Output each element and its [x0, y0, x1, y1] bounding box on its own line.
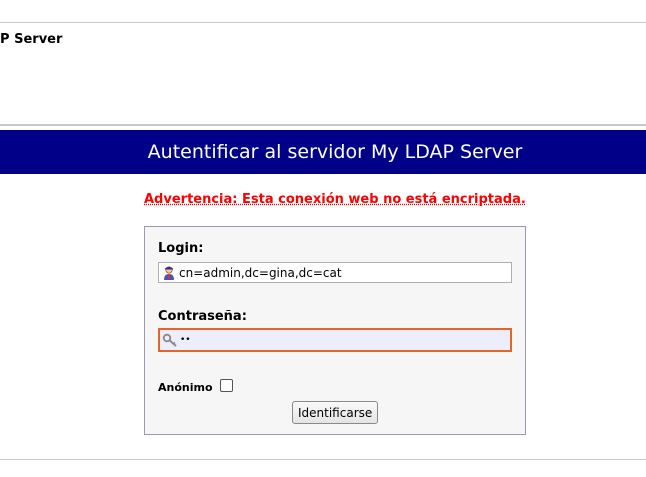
user-icon — [161, 265, 177, 281]
login-submit-button[interactable]: Identificarse — [292, 401, 379, 424]
server-title: AP Server — [0, 32, 63, 47]
bottom-divider — [0, 459, 646, 460]
login-form: Login: cn=admin,dc=gina,dc=cat Contraseñ… — [144, 226, 526, 435]
login-label: Login: — [158, 241, 204, 256]
auth-banner: Autentificar al servidor My LDAP Server — [0, 130, 646, 174]
login-input[interactable]: cn=admin,dc=gina,dc=cat — [158, 262, 512, 283]
encryption-warning: Advertencia: Esta conexión web no está e… — [144, 192, 526, 207]
banner-divider — [0, 124, 646, 126]
banner-title: Autentificar al servidor My LDAP Server — [147, 141, 523, 163]
anonymous-label: Anónimo — [158, 381, 213, 394]
password-input[interactable]: •• — [158, 328, 512, 352]
top-divider — [0, 22, 646, 23]
login-value: cn=admin,dc=gina,dc=cat — [179, 265, 342, 280]
password-value: •• — [180, 335, 191, 345]
password-label: Contraseña: — [158, 309, 247, 324]
key-icon — [162, 332, 178, 348]
anonymous-checkbox[interactable] — [220, 379, 233, 392]
